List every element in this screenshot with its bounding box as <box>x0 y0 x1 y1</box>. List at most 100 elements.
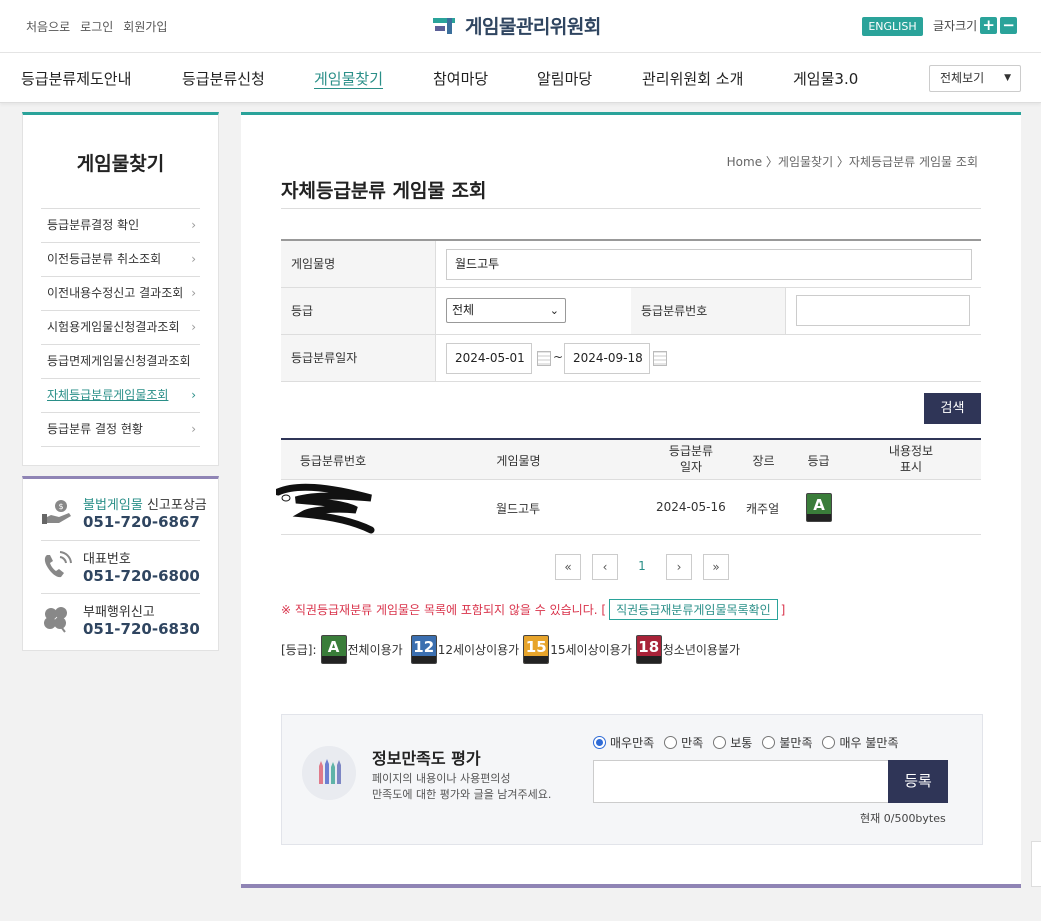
redacted-scribble <box>276 483 375 534</box>
survey-option-very-satisfied[interactable]: 매우만족 <box>593 734 654 751</box>
grade-select-value: 전체 <box>452 303 475 317</box>
search-button[interactable]: 검색 <box>924 393 981 424</box>
page-number[interactable]: 1 <box>629 554 655 580</box>
font-decrease-button[interactable]: − <box>1000 17 1018 34</box>
view-all-select[interactable]: 전체보기 ▼ <box>929 65 1021 92</box>
font-increase-button[interactable]: + <box>980 17 998 34</box>
sidebar-item-label: 이전내용수정신고 결과조회 <box>47 286 184 300</box>
search-form: 게임물명 월드고투 등급 전체 ⌄ 등급분류번호 등급분류일자 2024-05-… <box>281 239 981 382</box>
ex-officio-list-link[interactable]: 직권등급재분류게임물목록확인 <box>609 599 778 620</box>
survey-option-dissatisfied[interactable]: 불만족 <box>762 734 812 751</box>
survey-options: 매우만족 만족 보통 불만족 매우 불만족 <box>593 734 899 751</box>
contact-corruption-report[interactable]: 부패행위신고 051-720-6830 <box>41 593 200 645</box>
sidebar-list: 등급분류결정 확인 › 이전등급분류 취소조회 › 이전내용수정신고 결과조회 › 시… <box>41 208 200 447</box>
sidebar-item-active[interactable]: 자체등급분류게임물조회 › <box>41 379 200 413</box>
util-links: 처음으로 로그인 회원가입 <box>26 18 167 35</box>
date-label: 등급분류일자 <box>281 335 435 381</box>
font-size-label: 글자크기 <box>933 19 978 33</box>
main-navigation: 등급분류제도안내 등급분류신청 게임물찾기 참여마당 알림마당 관리위원회 소개… <box>0 53 1041 103</box>
radio-icon <box>713 736 727 749</box>
date-to-input[interactable]: 2024-09-18 <box>564 343 650 374</box>
survey-desc-line: 만족도에 대한 평가와 글을 남겨주세요. <box>372 787 552 801</box>
contact-label: 부패행위신고 <box>83 605 155 620</box>
class-no-input[interactable] <box>796 295 970 326</box>
col-game-name: 게임물명 <box>496 454 541 468</box>
nav-game-search[interactable]: 게임물찾기 <box>314 68 383 89</box>
phone-icon <box>44 551 72 578</box>
sidebar-item[interactable]: 이전내용수정신고 결과조회 › <box>41 277 200 311</box>
radio-icon <box>822 736 836 749</box>
survey-description: 페이지의 내용이나 사용편의성 만족도에 대한 평가와 글을 남겨주세요. <box>372 771 551 803</box>
nav-rating-apply[interactable]: 등급분류신청 <box>182 68 265 89</box>
font-size-control: 글자크기 + − <box>933 17 1018 34</box>
clover-icon <box>44 607 67 633</box>
game-name-input[interactable]: 월드고투 <box>446 249 972 280</box>
grade-select[interactable]: 전체 ⌄ <box>446 298 566 323</box>
sidebar-item-label: 등급분류 결정 현황 <box>47 422 143 436</box>
table-row[interactable]: 월드고투 2024-05-16 캐주얼 A <box>276 480 981 535</box>
nav-rating-guide[interactable]: 등급분류제도안내 <box>21 68 131 89</box>
view-all-label: 전체보기 <box>940 71 985 85</box>
sidebar-item[interactable]: 시험용게임물신청결과조회 › <box>41 311 200 345</box>
calendar-icon[interactable] <box>653 351 667 366</box>
date-from-input[interactable]: 2024-05-01 <box>446 343 532 374</box>
sidebar-item[interactable]: 등급분류 결정 현황 › <box>41 413 200 447</box>
legend-label: 15세이상이용가 <box>550 643 632 657</box>
rating-all-icon: A <box>320 635 347 664</box>
page-first-button[interactable]: « <box>555 554 581 580</box>
contact-box: $ 불법게임물 신고포상금 051-720-6867 대표번호 051-720-… <box>22 476 219 651</box>
page-next-button[interactable]: › <box>666 554 692 580</box>
notice-text: ※ 직권등급재분류 게임물은 목록에 포함되지 않을 수 있습니다. [ 직권등… <box>281 599 785 620</box>
page-prev-button[interactable]: ‹ <box>592 554 618 580</box>
contact-main-phone[interactable]: 대표번호 051-720-6800 <box>41 540 200 592</box>
svg-text:$: $ <box>58 502 63 511</box>
pencils-icon <box>302 746 356 800</box>
survey-submit-button[interactable]: 등록 <box>888 760 948 803</box>
col-content-info: 내용정보 표시 <box>888 444 934 475</box>
nav-participation[interactable]: 참여마당 <box>433 68 488 89</box>
form-row-name: 게임물명 월드고투 <box>281 241 981 288</box>
sidebar-item[interactable]: 등급분류결정 확인 › <box>41 209 200 243</box>
sidebar-item-label: 이전등급분류 취소조회 <box>47 252 162 266</box>
nav-notice[interactable]: 알림마당 <box>537 68 592 89</box>
legend-label: 전체이용가 <box>347 643 403 657</box>
home-link[interactable]: 처음으로 <box>26 18 70 35</box>
date-range-separator: ~ <box>553 350 564 364</box>
legend-label: 청소년이용불가 <box>662 643 741 657</box>
logo-text: 게임물관리위원회 <box>465 16 601 38</box>
grade-label: 등급 <box>281 288 435 334</box>
notice-message: ※ 직권등급재분류 게임물은 목록에 포함되지 않을 수 있습니다. [ <box>281 603 607 617</box>
logo-mark-icon <box>433 15 461 37</box>
form-row-date: 등급분류일자 2024-05-01 ~ 2024-09-18 <box>281 335 981 382</box>
byte-counter: 현재 0/500bytes <box>860 812 946 825</box>
rating-mark: A <box>327 638 340 656</box>
survey-option-satisfied[interactable]: 만족 <box>664 734 703 751</box>
sidebar-item[interactable]: 이전등급분류 취소조회 › <box>41 243 200 277</box>
contact-report-reward[interactable]: $ 불법게임물 신고포상금 051-720-6867 <box>41 487 207 539</box>
table-header: 등급분류번호 게임물명 등급분류 일자 장르 등급 내용정보 표시 <box>281 440 981 480</box>
calendar-icon[interactable] <box>537 351 551 366</box>
radio-icon <box>664 736 678 749</box>
breadcrumb: Home 〉게임물찾기 〉자체등급분류 게임물 조회 <box>726 155 978 169</box>
top-utility-bar: 처음으로 로그인 회원가입 게임물관리위원회 ENGLISH 글자크기 + − <box>0 0 1041 53</box>
nav-game30[interactable]: 게임물3.0 <box>793 68 858 89</box>
rating-mark: 18 <box>638 638 660 656</box>
survey-comment-input[interactable] <box>593 760 889 803</box>
survey-option-normal[interactable]: 보통 <box>713 734 752 751</box>
page-title: 자체등급분류 게임물 조회 <box>281 180 487 202</box>
site-logo[interactable]: 게임물관리위원회 <box>433 12 601 39</box>
pagination: « ‹ 1 › » <box>555 554 729 580</box>
row-genre: 캐주얼 <box>746 502 780 516</box>
sidebar-item[interactable]: 등급면제게임물신청결과조회 <box>41 345 200 379</box>
chevron-down-icon: ⌄ <box>549 304 559 317</box>
page-last-button[interactable]: » <box>703 554 729 580</box>
sidebar-item-label: 자체등급분류게임물조회 <box>47 388 169 402</box>
survey-option-very-dissatisfied[interactable]: 매우 불만족 <box>822 734 899 751</box>
col-grade: 등급 <box>807 454 830 468</box>
side-scroll-tab[interactable] <box>1031 841 1041 887</box>
nav-about[interactable]: 관리위원회 소개 <box>642 68 743 89</box>
english-button[interactable]: ENGLISH <box>862 17 923 36</box>
signup-link[interactable]: 회원가입 <box>123 18 167 35</box>
chevron-right-icon: › <box>191 218 196 232</box>
login-link[interactable]: 로그인 <box>80 18 113 35</box>
